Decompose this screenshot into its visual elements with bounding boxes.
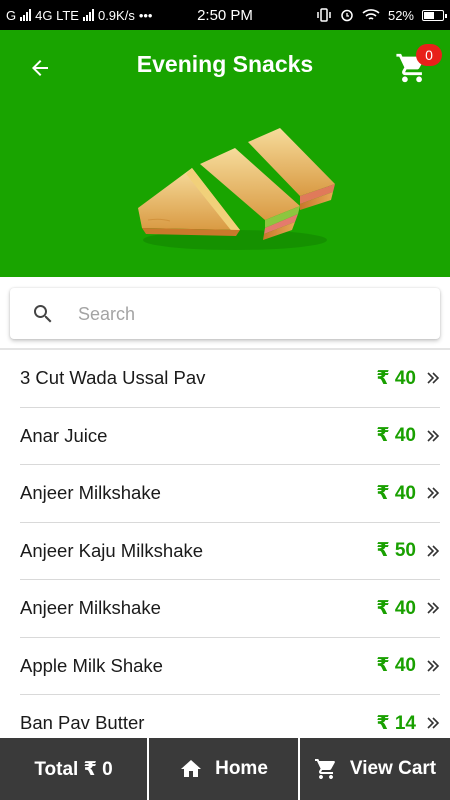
search-input[interactable] — [78, 296, 428, 332]
item-price: ₹ 40 — [376, 425, 416, 447]
double-chevron-right-icon — [427, 660, 440, 672]
status-bar: G 4G LTE 0.9K/s ••• 2:50 PM 52% — [0, 0, 450, 30]
item-list: 3 Cut Wada Ussal Pav ₹ 40 Anar Juice ₹ 4… — [20, 350, 440, 738]
notification-dots: ••• — [138, 7, 153, 23]
item-name: Anjeer Milkshake — [20, 597, 161, 619]
battery-percent: 52% — [387, 7, 414, 23]
app-header: Evening Snacks 0 — [0, 30, 450, 277]
double-chevron-right-icon — [427, 545, 440, 557]
item-price: ₹ 40 — [376, 482, 416, 504]
bottom-bar: Total ₹ 0 Home View Cart — [0, 738, 450, 800]
shopping-cart-icon — [314, 759, 335, 779]
network-label: 4G LTE — [35, 7, 79, 23]
cart-count-badge: 0 — [416, 44, 442, 66]
vibrate-icon — [317, 8, 331, 22]
signal-icon-2 — [82, 9, 94, 21]
total-label: Total ₹ 0 — [34, 758, 113, 780]
item-name: Anjeer Milkshake — [20, 482, 161, 504]
item-price: ₹ 40 — [376, 597, 416, 619]
list-item[interactable]: Ban Pav Butter ₹ 14 — [20, 695, 440, 738]
item-name: Anar Juice — [20, 424, 108, 446]
list-item[interactable]: Anjeer Milkshake ₹ 40 — [20, 465, 440, 523]
item-price: ₹ 40 — [376, 367, 416, 389]
alarm-icon — [341, 9, 353, 22]
list-item[interactable]: Apple Milk Shake ₹ 40 — [20, 638, 440, 695]
double-chevron-right-icon — [427, 602, 440, 614]
home-icon — [181, 760, 202, 777]
item-name: 3 Cut Wada Ussal Pav — [20, 367, 206, 389]
double-chevron-right-icon — [427, 430, 440, 442]
item-name: Apple Milk Shake — [20, 654, 163, 676]
home-button[interactable]: Home — [149, 738, 298, 800]
speed-label: 0.9K/s — [97, 7, 135, 23]
double-chevron-right-icon — [427, 372, 440, 384]
signal-icon — [20, 9, 32, 21]
sandwich-image — [138, 128, 335, 250]
view-cart-label: View Cart — [349, 758, 437, 779]
status-right: 52% — [316, 7, 447, 23]
total-button[interactable]: Total ₹ 0 — [0, 738, 147, 800]
battery-icon — [422, 9, 447, 21]
double-chevron-right-icon — [427, 487, 440, 499]
wifi-icon — [362, 9, 380, 20]
clock-text: 2:50 PM — [197, 6, 253, 24]
list-item[interactable]: Anjeer Milkshake ₹ 40 — [20, 580, 440, 638]
item-name: Anjeer Kaju Milkshake — [20, 539, 204, 561]
item-name: Ban Pav Butter — [20, 712, 145, 734]
search-bar — [10, 288, 440, 339]
item-price: ₹ 40 — [376, 655, 416, 677]
double-chevron-right-icon — [427, 717, 440, 729]
view-cart-button[interactable]: View Cart — [300, 738, 450, 800]
page-title: Evening Snacks — [136, 51, 314, 77]
home-label: Home — [215, 758, 268, 779]
list-item[interactable]: 3 Cut Wada Ussal Pav ₹ 40 — [20, 350, 440, 408]
carrier-label: G — [6, 7, 17, 23]
item-price: ₹ 14 — [376, 712, 416, 734]
item-price: ₹ 50 — [376, 540, 416, 562]
list-item[interactable]: Anjeer Kaju Milkshake ₹ 50 — [20, 523, 440, 580]
search-icon[interactable] — [31, 302, 55, 326]
list-item[interactable]: Anar Juice ₹ 40 — [20, 408, 440, 465]
status-left: G 4G LTE 0.9K/s ••• — [6, 8, 152, 23]
